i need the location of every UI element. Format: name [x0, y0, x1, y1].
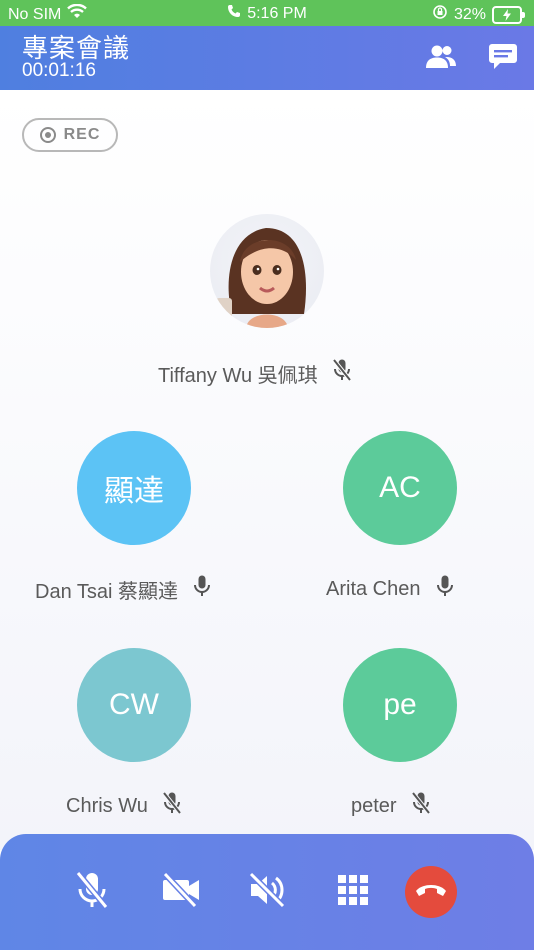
participant-name-row: Dan Tsai 蔡顯達: [35, 574, 212, 604]
participants-button[interactable]: [424, 44, 458, 74]
participants-grid: REC Tiffany Wu 吳佩琪 顯達 Dan Tsai 蔡顯達 AC Ar…: [0, 90, 534, 850]
keypad-button[interactable]: [327, 866, 379, 918]
video-off-icon: [161, 871, 201, 913]
clock-text: 5:16 PM: [247, 4, 307, 22]
host-name: Tiffany Wu 吳佩琪: [158, 364, 318, 387]
call-timer: 00:01:16: [22, 60, 96, 81]
host-name-row: Tiffany Wu 吳佩琪: [158, 358, 352, 388]
chat-button[interactable]: [486, 43, 520, 76]
speaker-off-icon: [247, 871, 287, 913]
meeting-header: 專案會議 00:01:16: [0, 26, 534, 90]
record-icon: [39, 127, 56, 143]
participant-name: Dan Tsai 蔡顯達: [35, 580, 179, 603]
camera-toggle-button[interactable]: [155, 866, 207, 918]
end-call-icon: [414, 881, 448, 904]
mic-icon: [192, 574, 212, 604]
participant-avatar: 顯達: [77, 431, 191, 545]
mic-muted-icon: [162, 791, 182, 821]
keypad-icon: [337, 874, 369, 911]
participant-name: Chris Wu: [66, 794, 148, 817]
mic-off-icon: [75, 870, 109, 915]
chat-icon: [488, 43, 518, 76]
mic-muted-icon: [411, 791, 431, 821]
participant-name-row: peter: [351, 791, 431, 821]
status-bar: No SIM 5:16 PM 32%: [0, 0, 534, 26]
participant-initials: AC: [379, 471, 421, 504]
participant-name: peter: [351, 794, 397, 817]
call-controls: [0, 834, 534, 950]
orientation-lock-icon: [432, 4, 448, 25]
participant-initials: 顯達: [104, 475, 164, 508]
participant-initials: pe: [383, 688, 417, 721]
end-call-button[interactable]: [405, 866, 457, 918]
phone-icon: [227, 4, 241, 23]
participant-avatar: pe: [343, 648, 457, 762]
participant-name: Arita Chen: [326, 577, 421, 600]
record-button[interactable]: REC: [22, 118, 118, 152]
mic-muted-icon: [332, 358, 352, 388]
battery-icon: [492, 5, 525, 24]
record-label: REC: [63, 126, 101, 143]
mic-icon: [435, 574, 455, 604]
speaker-toggle-button[interactable]: [241, 866, 293, 918]
participant-name-row: Arita Chen: [326, 574, 455, 604]
mute-mic-button[interactable]: [66, 866, 118, 918]
battery-percent: 32%: [453, 5, 486, 23]
host-avatar: [210, 214, 324, 328]
participant-initials: CW: [109, 688, 159, 721]
participant-avatar: CW: [77, 648, 191, 762]
participant-name-row: Chris Wu: [66, 791, 182, 821]
participant-avatar: AC: [343, 431, 457, 545]
participants-icon: [425, 44, 457, 75]
